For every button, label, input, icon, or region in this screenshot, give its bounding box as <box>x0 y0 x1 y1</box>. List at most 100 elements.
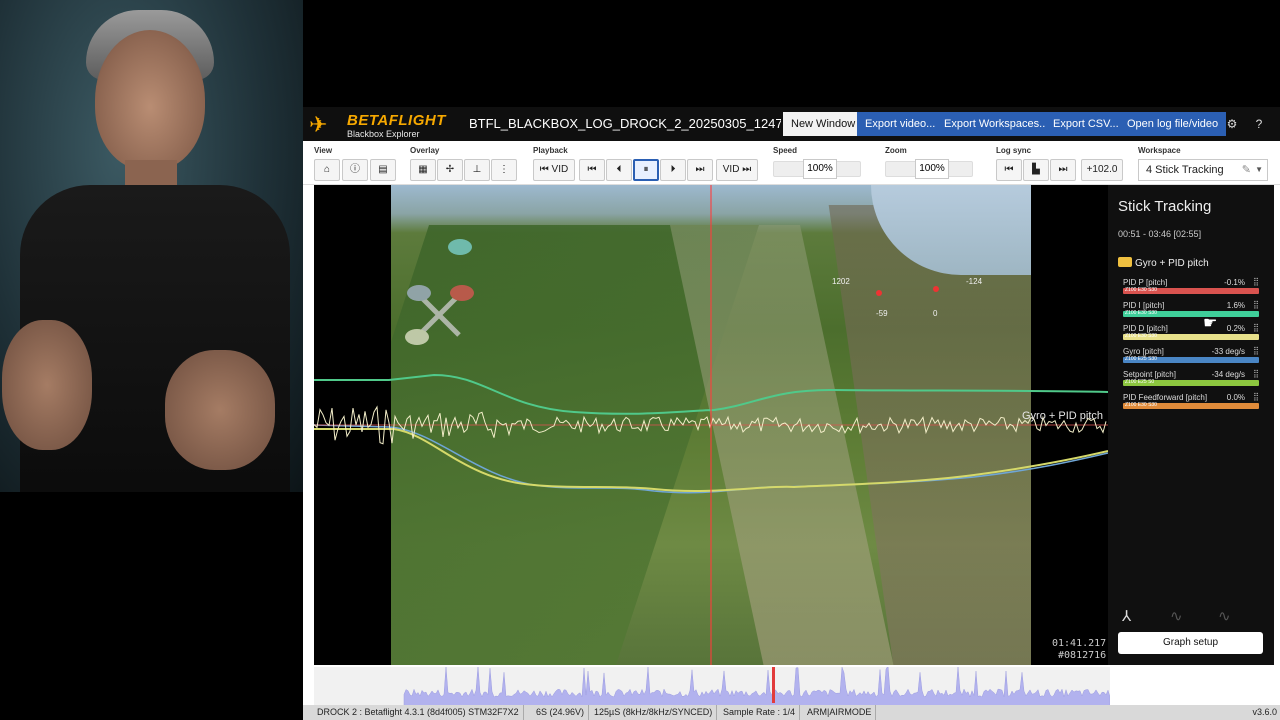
logsync-offset[interactable]: +102.0 <box>1081 159 1123 181</box>
field-name: Setpoint [pitch] <box>1123 370 1176 379</box>
jump-start-icon[interactable]: ⏮ <box>579 159 605 181</box>
step-forward-icon[interactable]: ⏵ <box>660 159 686 181</box>
field-value: 0.0% <box>1226 393 1245 402</box>
screen: ✈ BETAFLIGHT Blackbox Explorer BTFL_BLAC… <box>0 0 1280 720</box>
video-forward-button[interactable]: VID ⏭ <box>716 159 758 181</box>
workspace-label: Workspace <box>1138 146 1181 155</box>
blackbox-explorer-window: ✈ BETAFLIGHT Blackbox Explorer BTFL_BLAC… <box>303 107 1280 720</box>
field-scale: Z100 E30 S30 <box>1125 402 1157 408</box>
field-color-bar: Z100 E30 S30 <box>1123 333 1259 340</box>
betaflight-logo: ✈ BETAFLIGHT Blackbox Explorer <box>309 112 446 139</box>
sticks-mode-icon[interactable]: ⅄ <box>1122 607 1131 625</box>
film-icon[interactable]: ▦ <box>410 159 436 181</box>
export-workspaces-button[interactable]: Export Workspaces... <box>936 112 1057 136</box>
sync-forward-icon[interactable]: ⏭ <box>1050 159 1076 181</box>
sync-back-icon[interactable]: ⏮ <box>996 159 1022 181</box>
frame-readout: #0812716 <box>1058 650 1107 661</box>
legend-field[interactable]: Gyro [pitch] -33 deg/s ⣿ Z100 E25 S30 <box>1123 346 1259 369</box>
skip-back-icon: ⏮ <box>539 164 549 175</box>
legend-field[interactable]: PID P [pitch] -0.1% ⣿ Z100 E30 S30 <box>1123 277 1259 300</box>
sync-align-icon[interactable]: ▙ <box>1023 159 1049 181</box>
field-name: PID Feedforward [pitch] <box>1123 393 1208 402</box>
field-settings-icon[interactable]: ⣿ <box>1253 300 1259 309</box>
export-video-button[interactable]: Export video... <box>857 112 944 136</box>
seek-bar[interactable] <box>314 667 1110 705</box>
hud-value-0: 0 <box>933 309 938 318</box>
hud-value-1202: 1202 <box>832 277 850 286</box>
skip-forward-icon: ⏭ <box>742 164 752 175</box>
seek-position-marker[interactable] <box>772 667 775 703</box>
graph-setup-button[interactable]: Graph setup <box>1118 632 1263 654</box>
bee-icon: ✈ <box>309 112 328 137</box>
workspace-title: Stick Tracking <box>1118 198 1212 215</box>
status-battery: 6S (24.96V) <box>532 705 590 720</box>
time-readout: 01:41.217 <box>1052 638 1107 649</box>
jump-end-icon[interactable]: ⏭ <box>687 159 713 181</box>
status-modes: ARM|AIRMODE <box>803 705 877 720</box>
log-filename: BTFL_BLACKBOX_LOG_DROCK_2_20250305_12473… <box>469 116 781 131</box>
field-settings-icon[interactable]: ⣿ <box>1253 323 1259 332</box>
view-label: View <box>314 146 333 155</box>
sticks-icon[interactable]: ⊥ <box>464 159 490 181</box>
overlay-label: Overlay <box>410 146 440 155</box>
workspace-value: 4 Stick Tracking <box>1146 164 1224 176</box>
field-settings-icon[interactable]: ⣿ <box>1253 369 1259 378</box>
folder-icon <box>1118 257 1132 267</box>
field-scale: Z100 E25 S30 <box>1125 356 1157 362</box>
graph-title: Gyro + PID pitch <box>1022 410 1104 422</box>
chevron-down-icon[interactable]: ▼ <box>1255 160 1263 180</box>
zoom-label: Zoom <box>885 146 907 155</box>
export-csv-button[interactable]: Export CSV... <box>1045 112 1127 136</box>
info-icon[interactable]: ⓘ <box>342 159 368 181</box>
video-back-button[interactable]: ⏮ VID <box>533 159 575 181</box>
table-icon[interactable]: ▤ <box>370 159 396 181</box>
field-settings-icon[interactable]: ⣿ <box>1253 346 1259 355</box>
hud-markers <box>876 286 939 296</box>
step-back-icon[interactable]: ⏴ <box>606 159 632 181</box>
activity-histogram <box>403 667 1110 705</box>
field-settings-icon[interactable]: ⣿ <box>1253 392 1259 401</box>
home-icon[interactable]: ⌂ <box>314 159 340 181</box>
workspace-select[interactable]: 4 Stick Tracking ✎ ▼ <box>1138 159 1268 181</box>
graph-viewer[interactable]: Gyro + PID pitch 1202 -124 -59 0 01:41.2… <box>314 185 1108 665</box>
field-name: PID I [pitch] <box>1123 301 1165 310</box>
field-scale: Z100 E30 S30 <box>1125 310 1157 316</box>
field-value: 1.6% <box>1226 301 1245 310</box>
open-log-button[interactable]: Open log file/video <box>1119 112 1227 136</box>
time-range: 00:51 - 03:46 [02:55] <box>1118 229 1202 239</box>
field-scale: Z100 E30 S30 <box>1125 333 1157 339</box>
legend-field[interactable]: PID D [pitch] 0.2% ⣿ Z100 E30 S30 <box>1123 323 1259 346</box>
analyser-icon[interactable]: ⋮ <box>491 159 517 181</box>
craft-overlay-icon <box>405 239 474 345</box>
pause-icon[interactable]: ⏸ <box>633 159 659 181</box>
field-name: PID D [pitch] <box>1123 324 1168 333</box>
field-color-bar: Z100 E30 S30 <box>1123 310 1259 317</box>
field-scale: Z100 E30 S30 <box>1125 287 1157 293</box>
analyser-mode-icon[interactable]: ∿ <box>1170 607 1183 625</box>
gear-icon[interactable]: ⚙ <box>1224 116 1240 132</box>
spectrum-mode-icon[interactable]: ∿ <box>1218 607 1231 625</box>
logsync-label: Log sync <box>996 146 1032 155</box>
legend-field[interactable]: PID Feedforward [pitch] 0.0% ⣿ Z100 E30 S30 <box>1123 392 1259 415</box>
graph-group-header[interactable]: Gyro + PID pitch <box>1118 257 1209 269</box>
presenter-video <box>0 0 303 492</box>
field-color-bar: Z100 E30 S30 <box>1123 402 1259 409</box>
speed-value[interactable]: 100% <box>803 159 837 179</box>
help-icon[interactable]: ? <box>1251 116 1267 132</box>
speed-label: Speed <box>773 146 798 155</box>
hud-value-neg59: -59 <box>876 309 888 318</box>
timecode: 01:41.217 #0812716 <box>1052 638 1106 662</box>
pencil-icon[interactable]: ✎ <box>1242 160 1251 180</box>
status-loop: 125µS (8kHz/8kHz/SYNCED) <box>590 705 718 720</box>
field-settings-icon[interactable]: ⣿ <box>1253 277 1259 286</box>
legend-panel: Stick Tracking 00:51 - 03:46 [02:55] Gyr… <box>1108 185 1274 665</box>
status-craft: DROCK 2 : Betaflight 4.3.1 (8d4f005) STM… <box>313 705 524 720</box>
graph-mode-bar: ⅄ ∿ ∿ <box>1122 607 1262 625</box>
toolbar: View ⌂ ⓘ ▤ Overlay ▦ ✢ ⊥ ⋮ Playback ⏮ VI… <box>303 141 1280 185</box>
legend-field[interactable]: PID I [pitch] 1.6% ⣿ Z100 E30 S30 <box>1123 300 1259 323</box>
new-window-button[interactable]: New Window <box>783 112 864 136</box>
legend-field[interactable]: Setpoint [pitch] -34 deg/s ⣿ Z100 E25 S0 <box>1123 369 1259 392</box>
craft-icon[interactable]: ✢ <box>437 159 463 181</box>
field-scale: Z100 E25 S0 <box>1125 379 1155 385</box>
zoom-value[interactable]: 100% <box>915 159 949 179</box>
